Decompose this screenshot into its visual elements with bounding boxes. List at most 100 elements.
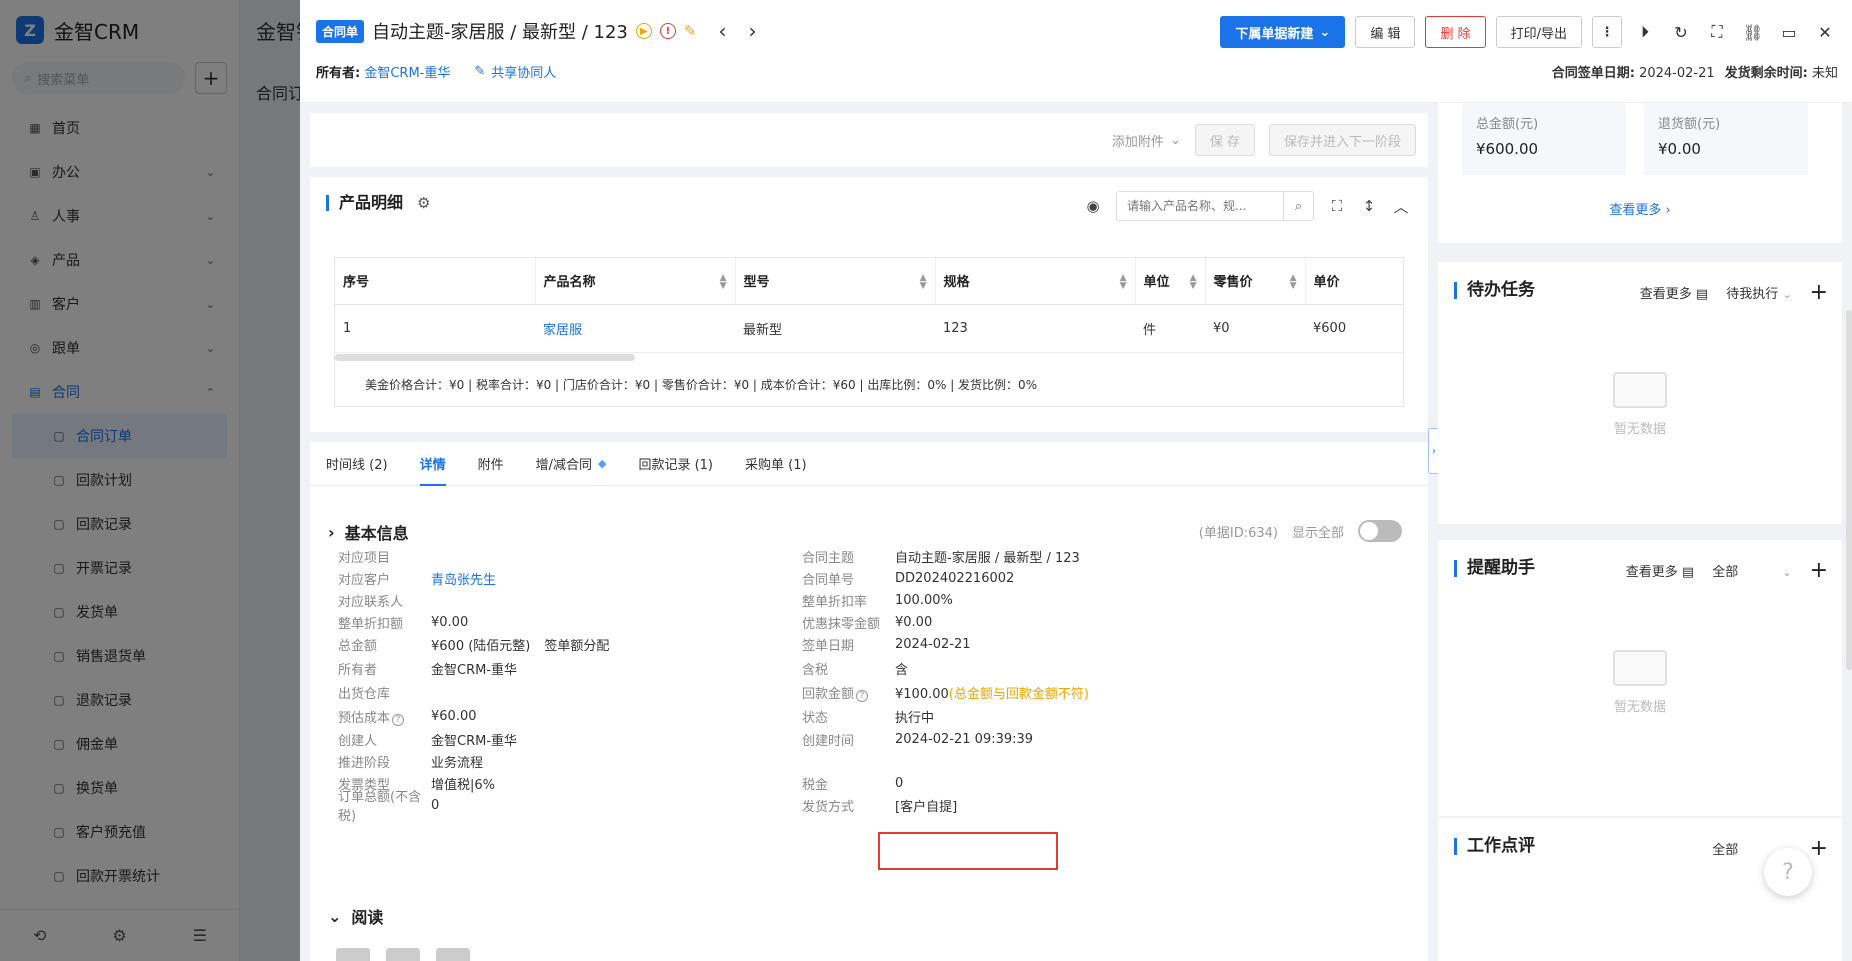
column-header[interactable]: 规格 ▲ ▼ [935,258,1136,305]
tab[interactable]: 增/减合同 ◆ [536,442,607,486]
tab[interactable]: 回款记录 (1) [638,442,713,486]
table-cell[interactable]: 家居服 [535,304,735,353]
double-chevron-down-icon: ⌄ [1169,132,1181,148]
new-sub-document-button[interactable]: 下属单据新建 ⌄ [1220,16,1346,48]
column-header[interactable]: 单位 ▲ ▼ [1135,258,1206,305]
save-next-stage-button[interactable]: 保存并进入下一阶段 [1268,124,1416,156]
todo-empty-state: 暂无数据 [1438,372,1842,437]
show-all-label: 显示全部 [1291,525,1344,541]
column-header[interactable]: 零售价 ▲ ▼ [1205,258,1306,305]
edit-button[interactable]: 编 辑 [1355,16,1416,48]
info-field: 出货仓库 [338,686,391,702]
show-all-toggle[interactable] [1358,520,1402,542]
info-field: 订单总额(不含税) 0 [338,790,440,824]
read-section-header[interactable]: ⌄ 阅读 [328,904,383,928]
remind-see-more[interactable]: 查看更多 ▤ [1626,561,1694,580]
alert-icon[interactable]: ! [659,23,676,39]
chevron-down-icon: ⌄ [1782,288,1792,301]
see-more-link[interactable]: 查看更多 › [1438,199,1842,218]
fullscreen-icon[interactable]: ⛶ [1704,19,1730,45]
remind-filter-select[interactable]: 全部 ⌄ [1712,561,1791,580]
sort-icon[interactable]: ▲ ▼ [920,274,927,291]
reader-avatars [336,948,470,961]
return-amount-box: 退货额(元) ¥0.00 [1644,103,1808,175]
print-export-button[interactable]: 打印/导出 [1495,16,1582,48]
right-panel-scrollbar[interactable] [1846,310,1852,670]
product-details-card: 产品明细 ⚙ ◉ ⌕ ⛶ ↕ ︿ 序号产品名称▲▼型号▲▼规格▲▼单位▲▼零售价… [310,177,1428,432]
refresh-icon[interactable]: ↻ [1668,19,1694,45]
help-icon[interactable]: ? [856,689,869,702]
play-icon[interactable]: ▶ [635,23,652,39]
sort-icon[interactable]: ▲ ▼ [1290,274,1297,291]
info-field [802,751,895,771]
link-icon[interactable]: ⛓ [1740,19,1766,45]
gear-icon[interactable]: ⚙ [417,195,430,211]
save-bar: 添加附件 ⌄ 保 存 保存并进入下一阶段 [310,113,1428,167]
list-icon: ▤ [1681,565,1695,580]
tab[interactable]: 详情 [419,442,446,486]
avatar[interactable] [436,948,470,961]
todo-see-more[interactable]: 查看更多 ▤ [1640,283,1708,302]
next-record-icon[interactable]: › [748,19,756,43]
add-attachment-toggle[interactable]: 添加附件 ⌄ [1112,131,1181,150]
column-header[interactable]: 型号 ▲ ▼ [735,258,936,305]
avatar[interactable] [336,948,370,961]
total-amount-box: 总金额(元) ¥600.00 [1462,103,1626,175]
product-search-input[interactable] [1117,199,1283,213]
sign-date-label: 合同签单日期: [1551,66,1635,81]
help-icon[interactable]: ? [392,713,405,726]
info-field: 创建时间 2024-02-21 09:39:39 [802,731,1034,749]
info-field: 优惠抹零金额 ¥0.00 [802,614,933,632]
info-field: 创建人 金智CRM-重华 [338,733,518,749]
owner-link[interactable]: 金智CRM-重华 [364,66,450,81]
column-header[interactable]: 序号 [335,258,536,305]
tab[interactable]: 时间线 (2) [326,442,388,486]
sign-date-value: 2024-02-21 [1639,66,1715,81]
info-field: 税金 0 [802,775,904,793]
share-collaborator-link[interactable]: ✎ 共享协同人 [474,62,556,81]
table-cell: 件 [1135,304,1205,353]
table-cell: 1 [335,304,535,353]
avatar[interactable] [386,948,420,961]
sort-icon[interactable]: ▲ ▼ [1190,274,1197,291]
expand-icon[interactable]: ⛶ [1328,197,1346,215]
column-header[interactable]: 单价 [1305,258,1403,305]
target-icon[interactable]: ◉ [1084,197,1102,215]
table-row: 1 家居服 最新型 123 件 ¥0 ¥600 [335,304,1403,353]
collapse-up-icon[interactable]: ︿ [1392,196,1410,217]
prev-record-icon[interactable]: ‹ [718,19,726,43]
contract-tag: 合同单 [316,19,365,43]
search-icon[interactable]: ⌕ [1283,192,1313,220]
tab[interactable]: 采购单 (1) [745,442,807,486]
basic-info-header[interactable]: › 基本信息 [328,520,409,544]
table-cell: ¥600 [1305,304,1403,353]
chevron-down-icon: ⌄ [1782,566,1792,579]
add-review-icon[interactable]: + [1810,836,1828,861]
play-circle-icon[interactable]: ⏵ [1632,19,1658,45]
owner-label: 所有者: [316,66,361,81]
allocate-sign-amount[interactable]: 签单额分配 [544,639,609,654]
add-todo-icon[interactable]: + [1810,280,1828,305]
add-reminder-icon[interactable]: + [1810,558,1828,583]
more-actions-button[interactable]: ⋮ [1592,16,1622,48]
chevron-right-icon: › [328,522,335,542]
info-field: 对应客户 青岛张先生 [338,572,497,588]
tab[interactable]: 附件 [478,442,504,486]
sort-icon[interactable]: ▲ ▼ [1120,274,1127,291]
note-icon[interactable]: ✎ [684,22,697,40]
todo-filter-select[interactable]: 待我执行 ⌄ [1726,283,1791,302]
product-table: 序号 产品名称 ▲ ▼ 型号 ▲ ▼ 规格 ▲ ▼ 单位 ▲ ▼ 零售价 ▲ ▼ 单价 1 家居服 最新型 123 件 ¥… [334,257,1404,407]
sort-icon[interactable]: ▲ ▼ [720,274,727,291]
window-icon[interactable]: ▭ [1776,19,1802,45]
highlight-box [878,832,1058,870]
help-icon[interactable]: ? [1764,848,1812,896]
money-summary-card: 总金额(元) ¥600.00 退货额(元) ¥0.00 查看更多 › [1438,103,1842,243]
vertical-resize-icon[interactable]: ↕ [1360,197,1378,215]
column-header[interactable]: 产品名称 ▲ ▼ [535,258,736,305]
table-horizontal-scrollbar[interactable] [335,354,635,361]
close-icon[interactable]: ✕ [1812,19,1838,45]
info-field: 合同单号 DD202402216002 [802,570,1015,588]
save-button[interactable]: 保 存 [1194,124,1255,156]
product-details-title: 产品明细 ⚙ [326,195,430,211]
delete-button[interactable]: 删 除 [1425,16,1486,48]
